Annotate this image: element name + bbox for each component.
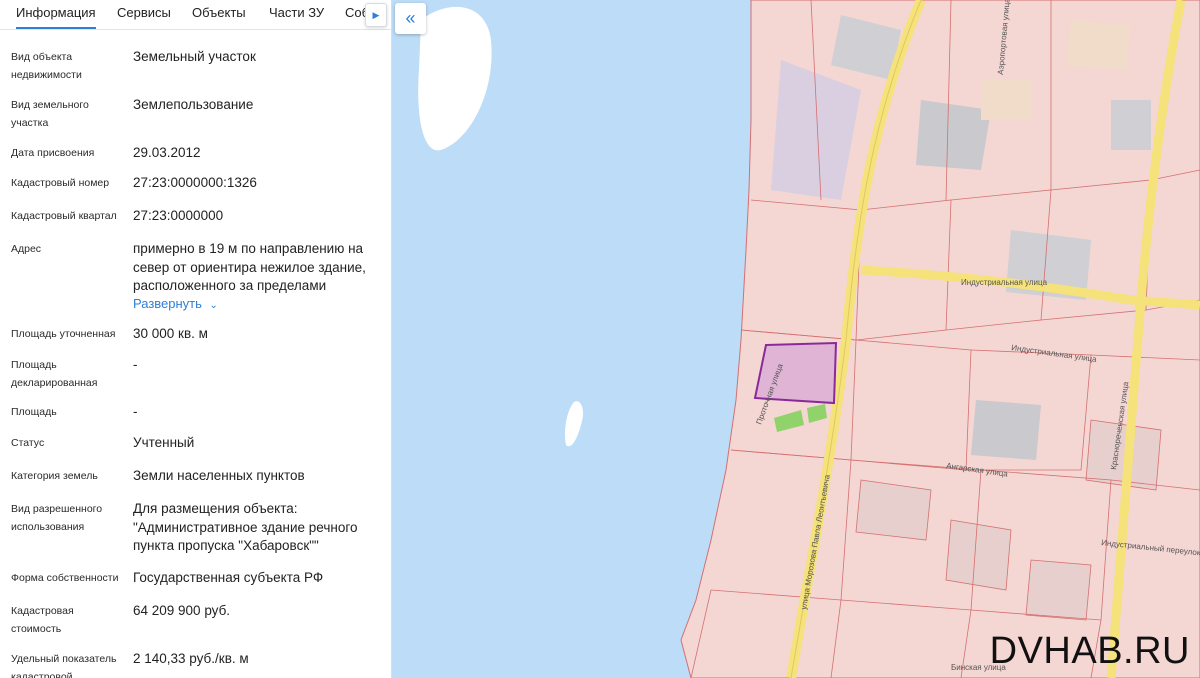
building (1025, 559, 1092, 621)
tab-parcel-parts[interactable]: Части ЗУ (269, 0, 324, 28)
chevron-down-icon: ⌄ (209, 300, 218, 311)
collapse-panel-button[interactable]: « (395, 3, 426, 34)
address-expand-link[interactable]: Развернуть ⌄ (133, 296, 218, 311)
info-panel: Информация Сервисы Объекты Части ЗУ Соб … (0, 0, 392, 678)
building (1111, 100, 1151, 150)
field-label: Кадастровый номер (11, 177, 110, 189)
building (981, 80, 1031, 120)
field-label: Площадь декларированная (11, 359, 98, 389)
field-value: Государственная субъекта РФ (133, 570, 324, 585)
field-value: Земельный участок (133, 49, 256, 64)
building (1066, 20, 1131, 70)
field-value: 30 000 кв. м (133, 326, 208, 341)
map-view[interactable]: Индустриальная улица Индустриальная улиц… (391, 0, 1200, 678)
field-value: примерно в 19 м по направлению на север … (133, 241, 366, 293)
field-label: Вид разрешенного использования (11, 503, 103, 533)
field-value: 2 140,33 руб./кв. м (133, 651, 249, 666)
field-label: Площадь (11, 406, 57, 418)
field-label: Форма собственности (11, 572, 119, 584)
street-label-industrial: Индустриальная улица (961, 278, 1048, 287)
field-label: Адрес (11, 243, 42, 255)
field-value: 64 209 900 руб. (133, 603, 231, 618)
field-label: Статус (11, 437, 45, 449)
field-value: Учтенный (133, 435, 195, 450)
field-label: Площадь уточненная (11, 328, 116, 340)
tabs-scroll-right-button[interactable]: ▶ (365, 3, 387, 27)
tab-objects[interactable]: Объекты (192, 0, 246, 28)
field-value: 29.03.2012 (133, 145, 201, 160)
expand-label: Развернуть (133, 296, 202, 311)
double-chevron-left-icon: « (405, 8, 416, 28)
tab-services[interactable]: Сервисы (117, 0, 171, 28)
field-label: Кадастровый квартал (11, 210, 117, 222)
tab-information[interactable]: Информация (16, 0, 96, 29)
field-value: Для размещения объекта: "Административно… (133, 501, 358, 553)
field-value: Землепользование (133, 97, 254, 112)
field-value[interactable]: 27:23:0000000 (133, 207, 383, 226)
watermark: DVHAB.RU (989, 630, 1190, 672)
field-label: Кадастровая стоимость (11, 605, 74, 635)
field-value[interactable]: 27:23:0000000:1326 (133, 174, 383, 193)
map-canvas[interactable]: Индустриальная улица Индустриальная улиц… (391, 0, 1200, 678)
field-value: - (133, 404, 138, 419)
field-label: Вид объекта недвижимости (11, 51, 82, 81)
field-value: Земли населенных пунктов (133, 468, 305, 483)
tab-bar: Информация Сервисы Объекты Части ЗУ Соб … (0, 0, 391, 30)
field-label: Дата присвоения (11, 147, 95, 159)
building (855, 479, 932, 541)
building (945, 519, 1012, 591)
building (916, 100, 991, 170)
building (971, 400, 1041, 460)
field-label: Категория земель (11, 470, 98, 482)
field-label: Удельный показатель кадастровой (11, 653, 117, 678)
chevron-right-icon: ▶ (372, 9, 380, 20)
field-value: - (133, 357, 138, 372)
field-label: Вид земельного участка (11, 99, 89, 129)
